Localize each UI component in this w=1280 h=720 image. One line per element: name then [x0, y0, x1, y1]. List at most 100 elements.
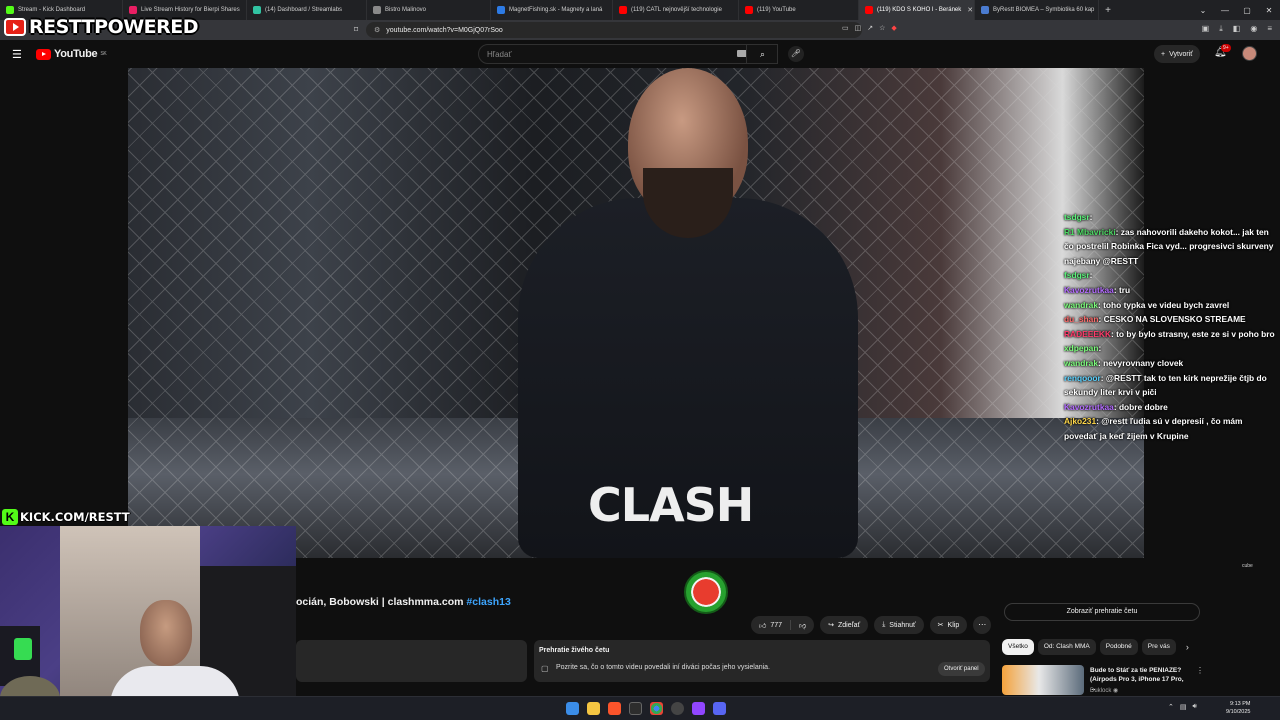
recommended-channel[interactable]: Duklock ◉ [1090, 687, 1118, 694]
filter-chip[interactable]: Podobné [1099, 639, 1138, 655]
window-controls: ⌄ — ▢ ✕ [1192, 0, 1280, 20]
watermelon-emote-icon [684, 570, 728, 614]
tab-search-icon[interactable]: ⌄ [1192, 6, 1214, 15]
chips-next-icon[interactable]: › [1186, 642, 1189, 652]
restt-powered-logo: RESTTPOWERED [4, 14, 199, 40]
youtube-brand-icon [4, 18, 26, 36]
description-card[interactable] [296, 640, 527, 682]
chat-username: du_shan [1064, 314, 1099, 325]
chat-bubble-icon: ▢ [541, 664, 549, 673]
file-explorer-icon[interactable] [587, 702, 600, 715]
site-info-icon[interactable]: ⚙ [374, 26, 380, 34]
thumbs-down-icon: 👎︎ [799, 622, 807, 630]
search-button[interactable]: ⌕ [746, 44, 778, 64]
chat-username: RADEEEKK [1064, 328, 1111, 339]
clock-date: 9/10/2025 [1226, 709, 1251, 715]
translate-icon[interactable]: ◫ [855, 24, 862, 32]
account-avatar[interactable] [1242, 46, 1257, 61]
maximize-icon[interactable]: ▢ [1236, 6, 1258, 15]
tab-label: (119) YouTube [757, 7, 796, 13]
search-input[interactable]: Hľadať [478, 44, 778, 64]
hamburger-menu-icon[interactable]: ☰ [12, 48, 22, 61]
filter-chip[interactable]: Všetko [1002, 639, 1034, 655]
close-window-icon[interactable]: ✕ [1258, 6, 1280, 15]
browser-tab[interactable]: (119) CATL nejnovější technologie [613, 0, 739, 20]
browser-tab[interactable]: MagnetFishing.sk - Magnety a laná [491, 0, 613, 20]
video-hashtag[interactable]: #clash13 [466, 596, 510, 608]
cast-icon[interactable]: ▭ [842, 24, 849, 32]
menu-icon[interactable]: ≡ [1267, 24, 1272, 34]
tray-chevron-icon[interactable]: ⌃ [1168, 703, 1174, 711]
channel-name: Duklock [1090, 688, 1112, 694]
plus-icon: + [1161, 50, 1166, 58]
chat-username: Kavozrutkaa [1064, 401, 1114, 412]
chat-text: nevyrovnany clovek [1103, 357, 1184, 368]
show-chat-replay-button[interactable]: Zobraziť prehratie četu [1004, 603, 1200, 621]
share-icon[interactable]: ↗ [867, 24, 873, 32]
tab-label: MagnetFishing.sk - Magnety a laná [509, 7, 603, 13]
recommended-video[interactable]: Bude to Stáť za tie PENIAZE? (Airpods Pr… [1002, 664, 1204, 696]
browser-tab[interactable]: Bistro Malinovo [367, 0, 491, 20]
tab-label: Stream - Kick Dashboard [18, 7, 86, 13]
chat-text: dobre dobre [1118, 401, 1168, 412]
recommendation-chips: Všetko Od: Clash MMA Podobné Pre vás › [1002, 639, 1189, 655]
recommended-thumbnail[interactable] [1002, 665, 1084, 695]
new-tab-button[interactable]: + [1099, 5, 1117, 16]
volume-icon[interactable]: 🔊︎ [1193, 703, 1197, 711]
chat-username: wandrak [1064, 299, 1098, 310]
close-tab-icon[interactable]: ✕ [961, 6, 973, 14]
wallet-icon[interactable]: ▣ [1202, 24, 1210, 34]
extension-icon[interactable]: ◆ [891, 24, 896, 32]
browser-tab[interactable]: (119) YouTube [739, 0, 859, 20]
dislike-button[interactable]: 👎︎ [791, 616, 814, 634]
notifications-button[interactable]: 🔔︎ 9+ [1214, 44, 1231, 58]
profile-icon[interactable]: ◉ [1250, 24, 1257, 34]
filter-chip[interactable]: Od: Clash MMA [1037, 639, 1096, 655]
create-button[interactable]: + Vytvoriť [1154, 45, 1200, 63]
download-icon[interactable]: ⤓ [1219, 24, 1223, 34]
video-player[interactable]: CLASH [128, 68, 1144, 558]
download-button[interactable]: ⤓ Stiahnuť [874, 616, 924, 634]
network-icon[interactable]: ▤ [1180, 703, 1187, 711]
clip-button[interactable]: ✂ Klip [929, 616, 968, 634]
clock-time: 9:13 PM [1229, 701, 1251, 707]
brave-browser-icon[interactable] [608, 702, 621, 715]
url-field[interactable]: ⚙ youtube.com/watch?v=M0GjQ07rSoo [366, 22, 862, 38]
system-clock[interactable]: 9:13 PM 9/10/2025 [1226, 700, 1250, 716]
chat-replay-description: Pozrite sa, čo o tomto videu povedali in… [556, 664, 771, 671]
kick-banner: K KICK.COM/RESTT [2, 508, 130, 526]
open-panel-button[interactable]: Otvoriť panel [938, 662, 985, 676]
start-windows-icon[interactable] [566, 702, 579, 715]
share-button[interactable]: ↪ Zdieľať [820, 616, 869, 634]
voice-search-button[interactable]: 🎤︎ [788, 46, 804, 62]
more-actions-button[interactable]: ⋯ [973, 616, 992, 634]
browser-tab[interactable]: (119) KDO S KOHO I - Beránek ✕ [859, 0, 975, 20]
fighter-figure: CLASH [508, 68, 868, 558]
discord-icon[interactable] [713, 702, 726, 715]
browser-toolbar: ▣ ⤓ ◧ ◉ ≡ [1202, 24, 1272, 34]
recommended-menu-icon[interactable]: ⋮ [1196, 666, 1204, 675]
chrome-icon[interactable] [650, 702, 663, 715]
youtube-logo[interactable]: YouTube SK [36, 48, 107, 60]
clip-label: Klip [947, 621, 960, 629]
terminal-icon[interactable] [629, 702, 642, 715]
obs-icon[interactable] [671, 702, 684, 715]
taskbar-apps [566, 702, 726, 715]
bookmark-star-icon[interactable]: ☆ [879, 24, 885, 32]
twitch-icon[interactable] [692, 702, 705, 715]
chat-message: wandrak: nevyrovnany clovek [1064, 356, 1278, 371]
filter-chip[interactable]: Pre vás [1141, 639, 1176, 655]
chat-message: xdpepan: [1064, 341, 1278, 356]
sidebar-icon[interactable]: ◧ [1233, 24, 1241, 34]
browser-tab[interactable]: (14) Dashboard / Streamlabs [247, 0, 367, 20]
tab-label: Live Stream History for Bierpi Shares [141, 7, 240, 13]
bookmark-icon[interactable]: ⌑ [354, 25, 358, 34]
video-title-text: ocián, Bobowski | clashmma.com [296, 596, 464, 608]
windows-taskbar: ⌃ ▤ 🔊︎ 9:13 PM 9/10/2025 [0, 696, 1280, 720]
like-button[interactable]: 👍︎ 777 [751, 616, 790, 634]
tab-favicon-icon [497, 6, 505, 14]
minimize-icon[interactable]: — [1214, 6, 1236, 15]
search-icon: ⌕ [759, 48, 766, 59]
chat-username: Ajko231 [1064, 416, 1097, 427]
browser-tab[interactable]: ByRestt BIOMEA – Symbiotika 60 kap [975, 0, 1099, 20]
